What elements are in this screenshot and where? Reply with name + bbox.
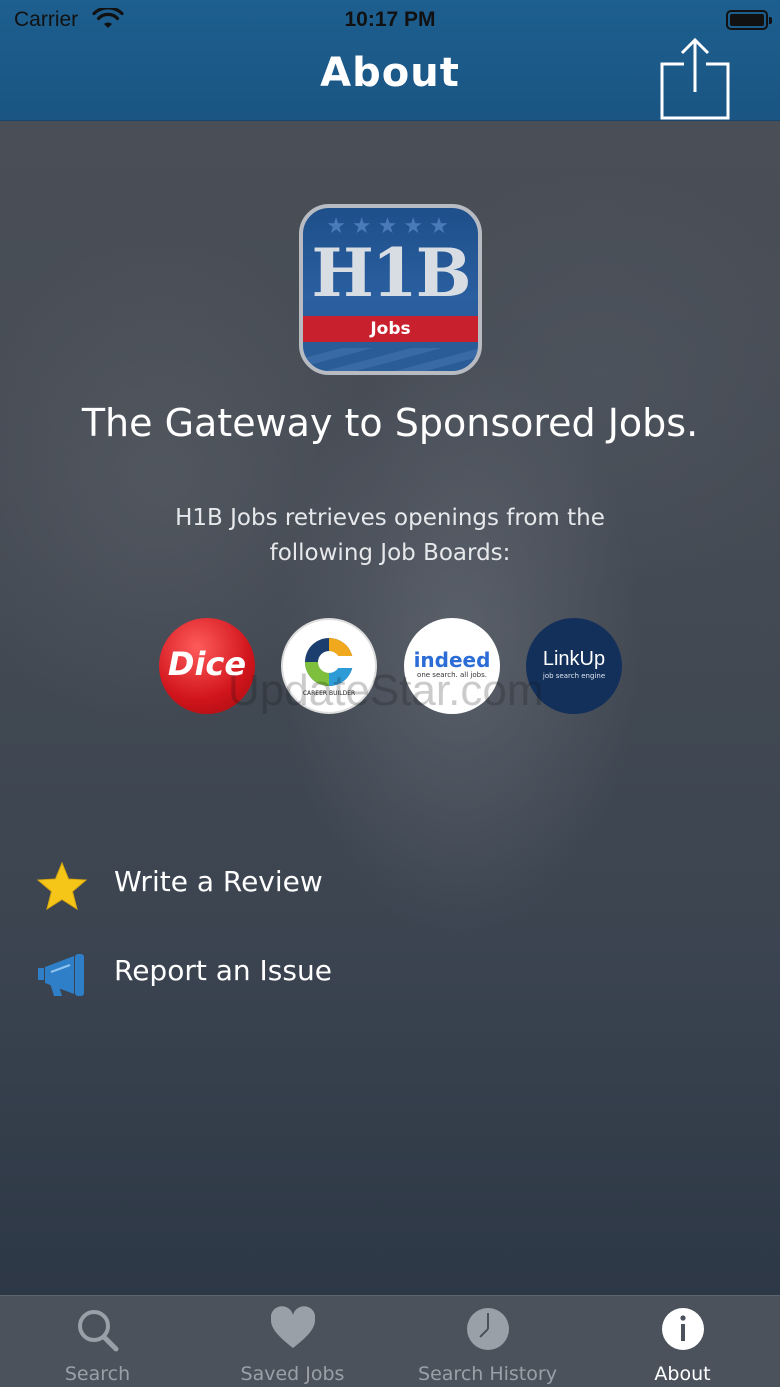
careerbuilder-mark-icon — [305, 638, 355, 686]
job-boards-row: Dice CAREER BUILDER indeed one search. a… — [0, 618, 780, 714]
linkup-logo-label: LinkUp — [542, 648, 606, 670]
linkup-logo-sub: job search engine — [542, 672, 606, 680]
tab-search-label: Search — [64, 1363, 131, 1385]
write-review-label: Write a Review — [114, 865, 323, 898]
stripes-decoration — [303, 348, 478, 371]
report-issue-label: Report an Issue — [114, 954, 332, 987]
tab-search-history[interactable]: Search History — [390, 1296, 585, 1387]
careerbuilder-logo[interactable]: CAREER BUILDER — [281, 618, 377, 714]
share-icon[interactable] — [658, 36, 732, 122]
info-icon — [662, 1308, 704, 1350]
clock-icon — [467, 1308, 509, 1350]
app-logo-title: H1B — [311, 234, 471, 312]
navigation-bar: Carrier 10:17 PM About — [0, 0, 780, 121]
status-time: 10:17 PM — [344, 8, 436, 31]
write-review-button[interactable]: Write a Review — [30, 849, 750, 919]
tab-saved-jobs[interactable]: Saved Jobs — [195, 1296, 390, 1387]
tab-search[interactable]: Search — [0, 1296, 195, 1387]
linkup-logo[interactable]: LinkUp job search engine — [526, 618, 622, 714]
indeed-logo-sub: one search. all jobs. — [417, 671, 487, 679]
tagline: The Gateway to Sponsored Jobs. — [81, 401, 699, 445]
dice-logo-label: Dice — [167, 645, 247, 683]
about-content: ★★★★★ H1B Jobs The Gateway to Sponsored … — [0, 121, 780, 1295]
description: H1B Jobs retrieves openings from the fol… — [175, 505, 605, 566]
megaphone-icon — [38, 954, 84, 996]
tab-search-history-label: Search History — [418, 1363, 557, 1385]
report-issue-button[interactable]: Report an Issue — [30, 938, 750, 1008]
tab-bar: Search Saved Jobs Search History About — [0, 1295, 780, 1387]
status-bar: Carrier 10:17 PM — [0, 0, 780, 40]
tab-saved-jobs-label: Saved Jobs — [240, 1363, 345, 1385]
indeed-logo-label: indeed — [413, 648, 491, 672]
tab-about-label: About — [654, 1363, 711, 1385]
dice-logo[interactable]: Dice — [159, 618, 255, 714]
battery-icon — [726, 10, 772, 30]
tab-about[interactable]: About — [585, 1296, 780, 1387]
star-icon — [36, 861, 88, 911]
app-logo: ★★★★★ H1B Jobs — [299, 204, 482, 375]
search-icon — [78, 1310, 119, 1352]
heart-icon — [271, 1306, 315, 1348]
app-logo-band: Jobs — [303, 316, 478, 342]
careerbuilder-label: CAREER BUILDER — [302, 690, 356, 697]
indeed-logo[interactable]: indeed one search. all jobs. — [404, 618, 500, 714]
